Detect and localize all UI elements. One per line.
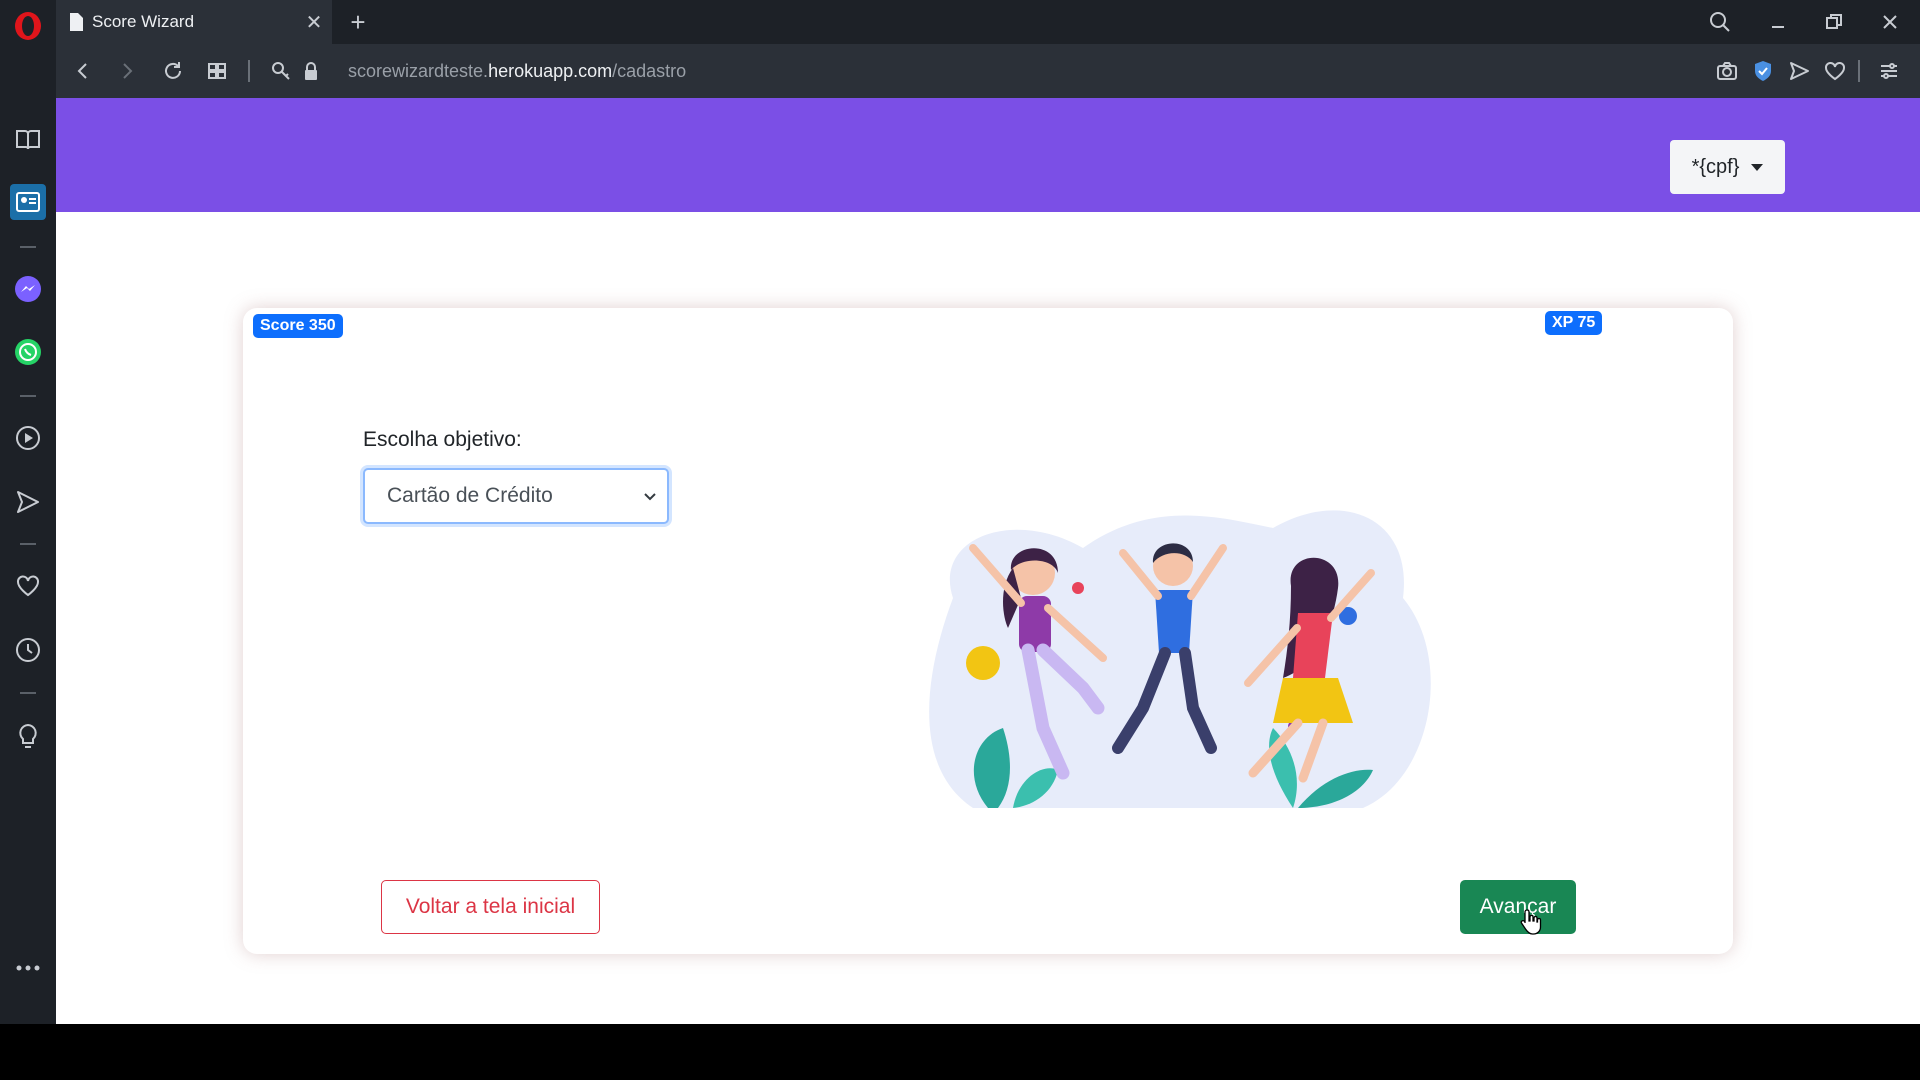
tab-score-wizard[interactable]: Score Wizard ✕ (56, 0, 332, 44)
user-cpf-dropdown[interactable]: *{cpf} (1670, 140, 1785, 194)
url-field[interactable]: scorewizardteste. herokuapp.com/cadastro (348, 44, 686, 98)
chevron-down-icon (644, 493, 656, 501)
lock-icon[interactable] (294, 54, 328, 88)
browser-window: Score Wizard ✕ + scorewizardteste. herok… (0, 0, 1920, 1024)
objective-select[interactable]: Cartão de Crédito (363, 468, 669, 524)
toolbar-divider (248, 60, 250, 82)
snapshot-icon[interactable] (1710, 54, 1744, 88)
xp-badge: XP 75 (1545, 311, 1603, 335)
history-icon[interactable] (10, 632, 46, 668)
speed-dial-icon[interactable] (200, 54, 234, 88)
search-tabs-icon[interactable] (1698, 6, 1742, 38)
sidebar-divider (20, 246, 36, 248)
page-icon (70, 13, 83, 31)
sidebar-divider (20, 543, 36, 545)
sidebar-divider (20, 692, 36, 694)
opera-logo-icon[interactable] (12, 10, 44, 42)
back-to-home-button[interactable]: Voltar a tela inicial (381, 880, 600, 934)
url-prefix: scorewizardteste. (348, 60, 489, 81)
tab-title: Score Wizard (92, 12, 195, 31)
adblock-shield-icon[interactable] (1746, 54, 1780, 88)
site-header (56, 98, 1920, 212)
heart-icon[interactable] (10, 568, 46, 604)
toolbar-divider (1858, 60, 1860, 82)
new-tab-button[interactable]: + (342, 6, 374, 38)
contacts-app-icon[interactable] (10, 184, 46, 220)
caret-down-icon (1751, 163, 1764, 171)
send-page-icon[interactable] (1782, 54, 1816, 88)
lightbulb-icon[interactable] (10, 718, 46, 754)
more-options-icon[interactable] (10, 950, 46, 986)
next-button[interactable]: Avançar (1460, 880, 1576, 934)
messenger-icon[interactable] (10, 271, 46, 307)
opera-sidebar (0, 0, 56, 1024)
hand-cursor-icon (1520, 909, 1542, 935)
whatsapp-icon[interactable] (10, 334, 46, 370)
forward-icon[interactable] (110, 54, 144, 88)
people-celebrating-illustration (929, 510, 1431, 808)
objective-selected-value: Cartão de Crédito (387, 484, 553, 507)
send-icon[interactable] (10, 484, 46, 520)
close-window-icon[interactable] (1868, 6, 1912, 38)
objective-card: Score 350 XP 75 Escolha objetivo: Cartão… (243, 308, 1733, 954)
score-badge: Score 350 (253, 314, 343, 338)
reload-icon[interactable] (156, 54, 190, 88)
tab-close-icon[interactable]: ✕ (296, 10, 332, 35)
easy-setup-icon[interactable] (1872, 54, 1906, 88)
back-icon[interactable] (66, 54, 100, 88)
title-bar: Score Wizard ✕ + (56, 0, 1920, 44)
key-icon[interactable] (264, 54, 298, 88)
bookmark-heart-icon[interactable] (1818, 54, 1852, 88)
restore-icon[interactable] (1812, 6, 1856, 38)
url-path: /cadastro (612, 60, 687, 81)
screen-bottom-bar (0, 1024, 1920, 1080)
url-host: herokuapp.com (488, 60, 613, 81)
minimize-icon[interactable] (1756, 6, 1800, 38)
cpf-label: *{cpf} (1691, 155, 1740, 178)
objective-label: Escolha objetivo: (363, 428, 522, 451)
bookmarks-icon[interactable] (10, 122, 46, 158)
player-icon[interactable] (10, 420, 46, 456)
address-bar: scorewizardteste. herokuapp.com/cadastro (56, 44, 1920, 98)
sidebar-divider (20, 395, 36, 397)
